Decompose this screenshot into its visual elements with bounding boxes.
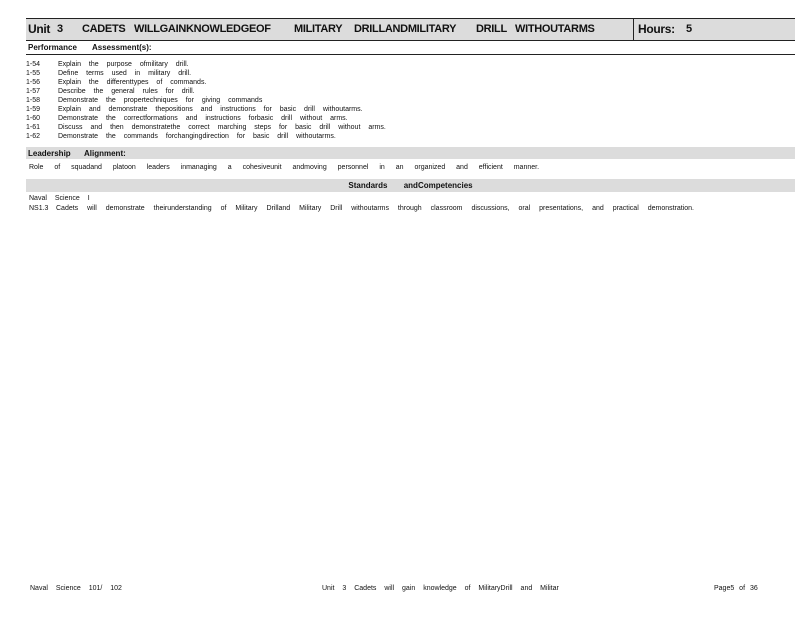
- unit-title-cadets: CADETS: [82, 23, 126, 35]
- list-item: 1-55 Define terms used in military drill.: [26, 70, 192, 77]
- footer-center: Unit 3 Cadets will gain knowledge of Mil…: [322, 585, 559, 592]
- list-item: 1-58 Demonstrate the propertechniques for…: [26, 97, 263, 104]
- unit-title-without-arms: WITHOUTARMS: [515, 23, 595, 35]
- unit-title-drill-and-military: DRILLANDMILITARY: [354, 23, 457, 35]
- list-item: 1-59 Explain and demonstrate thepositions…: [26, 106, 363, 113]
- standard-item: NS1.3 Cadets will demonstrate theirunder…: [26, 202, 795, 212]
- unit-title-will-gain: WILLGAINKNOWLEDGEOF: [134, 23, 271, 35]
- standard-code: NS1.3: [29, 205, 49, 212]
- assessment-label: Assessment(s):: [92, 43, 152, 52]
- list-item: 1-54 Explain the purpose ofmilitary drill…: [26, 61, 189, 68]
- leadership-role-text: Role of squadand platoon leaders inmanag…: [29, 164, 540, 171]
- standards-bar: Standards andCompetencies: [26, 179, 795, 192]
- unit-title-military: MILITARY: [294, 23, 343, 35]
- unit-title-drill: DRILL: [476, 23, 507, 35]
- performance-label: Performance: [28, 43, 77, 52]
- leadership-label: Leadership: [28, 149, 71, 158]
- document-page: Unit 3 CADETS WILLGAINKNOWLEDGEOF MILITA…: [26, 18, 795, 212]
- header-divider: [633, 19, 634, 40]
- unit-label: Unit: [28, 22, 51, 36]
- list-item: 1-61 Discuss and then demonstratethe corr…: [26, 124, 386, 131]
- footer-left: Naval Science 101/ 102: [30, 585, 122, 592]
- naval-science-line: Naval Science I: [29, 195, 90, 202]
- leadership-bar: Leadership Alignment:: [26, 147, 795, 159]
- list-item: 1-56 Explain the differenttypes of comman…: [26, 79, 207, 86]
- task-list: 1-54 Explain the purpose ofmilitary drill…: [26, 55, 795, 141]
- page-footer: Naval Science 101/ 102 Unit 3 Cadets wil…: [30, 585, 760, 595]
- list-item: 1-57 Describe the general rules for drill…: [26, 88, 195, 95]
- standard-text: Cadets will demonstrate theirunderstandi…: [56, 205, 695, 212]
- list-item: 1-62 Demonstrate the commands forchanging…: [26, 133, 336, 140]
- hours-value: 5: [686, 23, 692, 35]
- unit-number: 3: [57, 23, 63, 35]
- list-item: 1-60 Demonstrate the correctformations an…: [26, 115, 348, 122]
- footer-page-number: Page5 of 36: [714, 585, 758, 592]
- unit-header-bar: Unit 3 CADETS WILLGAINKNOWLEDGEOF MILITA…: [26, 18, 795, 41]
- alignment-label: Alignment:: [84, 149, 126, 158]
- performance-bar: Performance Assessment(s):: [26, 41, 795, 55]
- hours-label: Hours:: [638, 22, 675, 36]
